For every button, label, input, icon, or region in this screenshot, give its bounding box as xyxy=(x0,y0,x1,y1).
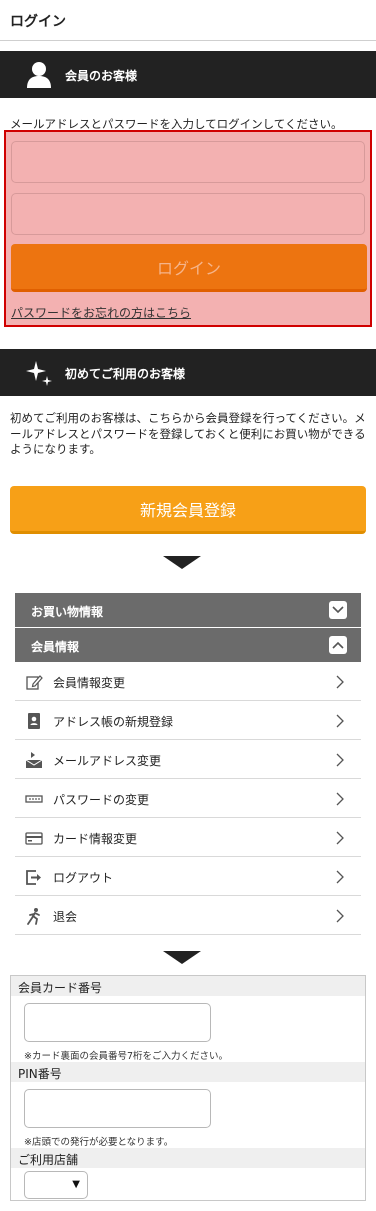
menu-item-label: 退会 xyxy=(53,910,78,924)
menu-item-address-book[interactable]: アドレス帳の新規登録 xyxy=(15,701,361,740)
accordion-member-info[interactable]: 会員情報 xyxy=(15,628,361,662)
password-icon xyxy=(25,795,43,803)
chevron-right-icon xyxy=(336,792,344,806)
accordion-shopping-label: お買い物情報 xyxy=(31,605,104,619)
password-field[interactable] xyxy=(11,193,365,235)
chevron-right-icon xyxy=(336,753,344,767)
pin-field[interactable] xyxy=(24,1089,211,1128)
edit-icon xyxy=(26,675,43,690)
menu-item-change-password[interactable]: パスワードの変更 xyxy=(15,779,361,818)
card-number-field[interactable] xyxy=(24,1003,211,1042)
login-form: ログイン パスワードをお忘れの方はこちら xyxy=(4,130,372,327)
member-section-header: 会員のお客様 xyxy=(0,51,376,98)
mail-change-icon xyxy=(25,752,43,768)
menu-item-label: パスワードの変更 xyxy=(53,793,150,807)
person-icon xyxy=(27,62,51,88)
member-section-title: 会員のお客様 xyxy=(65,69,138,83)
sparkle-icon xyxy=(26,361,52,386)
chevron-up-icon[interactable] xyxy=(329,636,347,654)
chevron-down-icon[interactable] xyxy=(329,601,347,619)
menu-item-label: カード情報変更 xyxy=(53,832,138,846)
running-person-icon xyxy=(27,908,40,925)
login-button[interactable]: ログイン xyxy=(11,244,367,292)
chevron-right-icon xyxy=(336,675,344,689)
menu-item-edit-profile[interactable]: 会員情報変更 xyxy=(15,662,361,701)
down-arrow-icon xyxy=(163,556,201,569)
new-customer-section-title: 初めてご利用のお客様 xyxy=(65,367,186,381)
menu-item-label: アドレス帳の新規登録 xyxy=(53,715,174,729)
down-arrow-icon xyxy=(163,951,201,964)
pin-label: PIN番号 xyxy=(11,1062,365,1082)
card-number-label: 会員カード番号 xyxy=(11,976,365,996)
menu-item-label: ログアウト xyxy=(53,871,114,885)
forgot-password-link[interactable]: パスワードをお忘れの方はこちら xyxy=(11,304,191,321)
menu-item-logout[interactable]: ログアウト xyxy=(15,857,361,896)
dropdown-caret-icon: ▼ xyxy=(72,1179,80,1190)
menu-item-change-email[interactable]: メールアドレス変更 xyxy=(15,740,361,779)
accordion-shopping-info[interactable]: お買い物情報 xyxy=(15,593,361,627)
address-book-icon xyxy=(28,713,40,729)
register-button[interactable]: 新規会員登録 xyxy=(10,486,366,534)
logout-icon xyxy=(26,870,41,885)
card-number-note: ※カード裏面の会員番号7桁をご入力ください。 xyxy=(24,1051,229,1062)
chevron-right-icon xyxy=(336,714,344,728)
chevron-right-icon xyxy=(336,831,344,845)
page-title: ログイン xyxy=(0,0,376,41)
menu-item-label: メールアドレス変更 xyxy=(53,754,162,768)
chevron-right-icon xyxy=(336,909,344,923)
card-icon xyxy=(25,832,43,845)
member-card-form: 会員カード番号 ※カード裏面の会員番号7桁をご入力ください。 PIN番号 ※店頭… xyxy=(10,975,366,1201)
register-instructions: 初めてご利用のお客様は、こちらから会員登録を行ってください。メールアドレスとパス… xyxy=(10,411,366,456)
pin-note: ※店頭での発行が必要となります。 xyxy=(24,1137,174,1148)
accordion-member-label: 会員情報 xyxy=(31,640,80,654)
chevron-right-icon xyxy=(336,870,344,884)
store-label: ご利用店舗 xyxy=(11,1148,365,1168)
menu-item-change-card[interactable]: カード情報変更 xyxy=(15,818,361,857)
store-select[interactable]: ▼ xyxy=(24,1171,88,1199)
email-field[interactable] xyxy=(11,141,365,183)
menu-item-label: 会員情報変更 xyxy=(53,676,126,690)
new-customer-section-header: 初めてご利用のお客様 xyxy=(0,349,376,396)
menu-item-withdraw[interactable]: 退会 xyxy=(15,896,361,935)
